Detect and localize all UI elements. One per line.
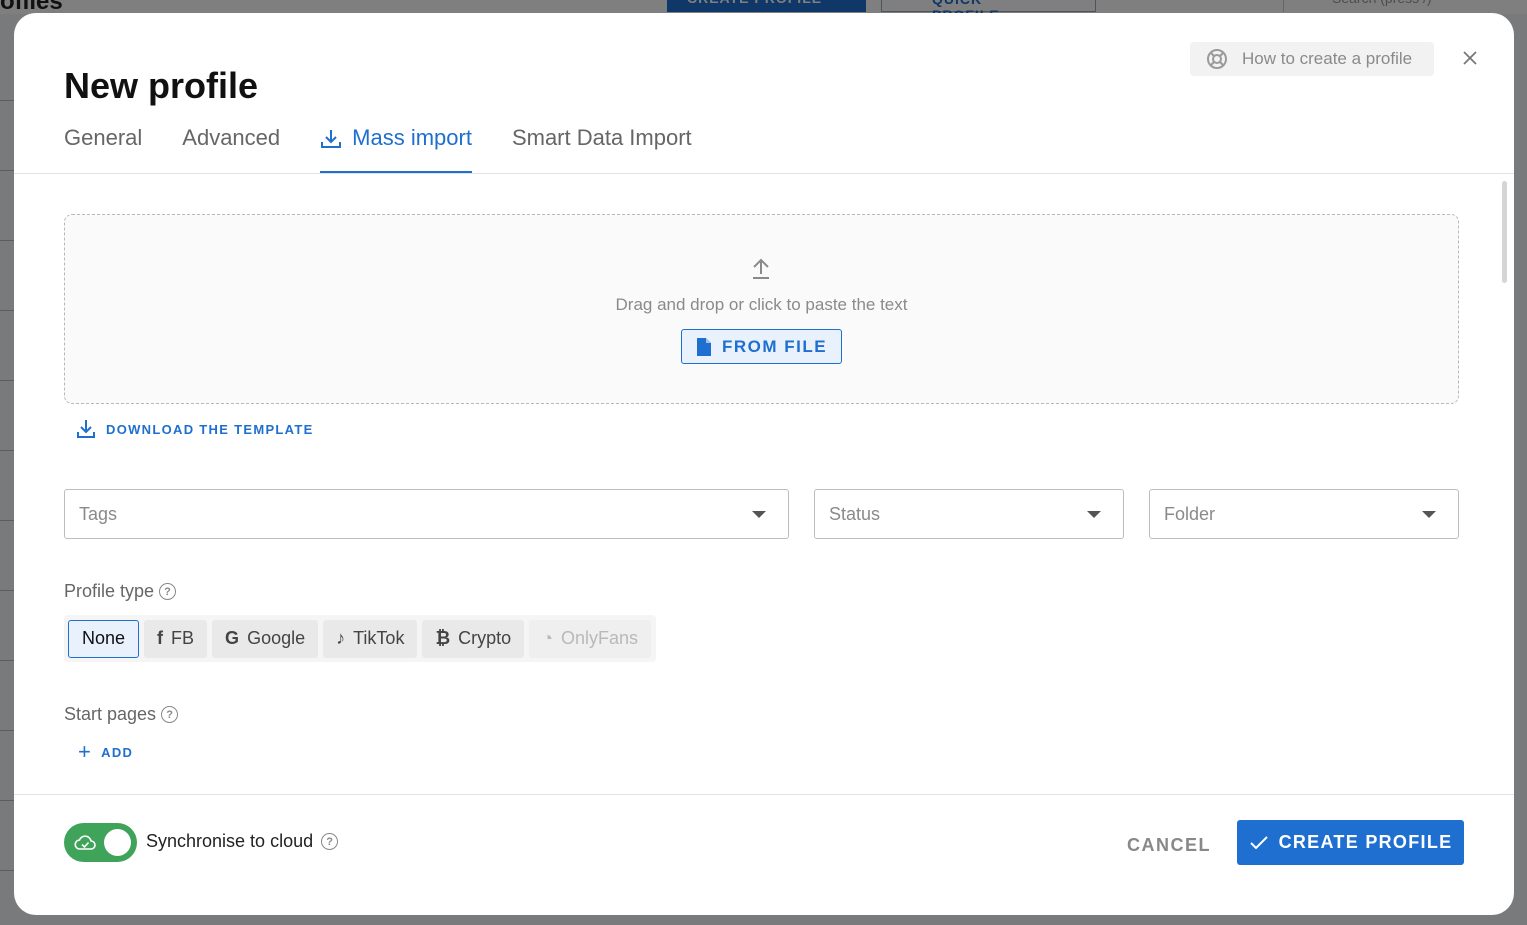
profile-type-none[interactable]: None: [68, 619, 140, 658]
plus-icon: +: [78, 739, 93, 764]
how-to-create-profile-button[interactable]: How to create a profile: [1190, 42, 1434, 76]
add-start-page-label: ADD: [101, 744, 134, 760]
tab-advanced-label: Advanced: [182, 125, 281, 150]
from-file-button[interactable]: FROM FILE: [681, 329, 842, 364]
profile-type-group: None f FB G Google ♪ TikTok ₿ Crypto ◔ O…: [64, 615, 657, 662]
toggle-knob: [104, 829, 131, 856]
facebook-icon: f: [157, 628, 164, 648]
start-pages-label-row: Start pages ?: [64, 704, 179, 725]
cancel-button[interactable]: CANCEL: [1115, 830, 1223, 860]
help-icon[interactable]: ?: [161, 706, 179, 723]
chevron-down-icon: [752, 511, 766, 518]
mass-import-dropzone[interactable]: Drag and drop or click to paste the text…: [64, 214, 1459, 404]
onlyfans-icon: ◔: [542, 628, 554, 648]
profile-tabs: General Advanced Mass import Smart Data …: [64, 125, 732, 173]
google-icon: G: [225, 628, 240, 648]
profile-type-google-label: Google: [247, 628, 306, 648]
file-icon: [696, 337, 711, 356]
create-profile-label: CREATE PROFILE: [1278, 832, 1453, 852]
profile-type-label: Profile type: [64, 581, 155, 601]
check-icon: [1249, 835, 1268, 849]
profile-type-label-row: Profile type ?: [64, 581, 177, 602]
help-icon[interactable]: ?: [321, 833, 339, 850]
chevron-down-icon: [1087, 511, 1101, 518]
sync-to-cloud-label: Synchronise to cloud: [146, 831, 314, 851]
lifebuoy-icon: [1207, 49, 1227, 69]
tab-general-label: General: [64, 125, 143, 150]
status-select[interactable]: Status: [814, 489, 1124, 539]
download-template-label: DOWNLOAD THE TEMPLATE: [106, 421, 314, 437]
add-start-page-button[interactable]: + ADD: [78, 739, 134, 764]
bitcoin-icon: ₿: [435, 628, 451, 648]
profile-type-crypto[interactable]: ₿ Crypto: [422, 619, 525, 658]
new-profile-dialog: New profile How to create a profile Gene…: [14, 13, 1514, 915]
tab-smart-data-import-label: Smart Data Import: [511, 125, 692, 150]
create-profile-button[interactable]: CREATE PROFILE: [1237, 820, 1464, 865]
tags-placeholder: Tags: [79, 503, 118, 524]
from-file-label: FROM FILE: [721, 336, 828, 356]
profile-type-fb[interactable]: f FB: [144, 619, 208, 658]
folder-select[interactable]: Folder: [1149, 489, 1459, 539]
profile-type-fb-label: FB: [171, 628, 195, 648]
profile-type-onlyfans[interactable]: ◔ OnlyFans: [529, 619, 652, 658]
tags-select[interactable]: Tags: [64, 489, 789, 539]
download-template-button[interactable]: DOWNLOAD THE TEMPLATE: [76, 419, 314, 439]
folder-placeholder: Folder: [1164, 503, 1216, 524]
profile-type-tiktok-label: TikTok: [353, 628, 405, 648]
how-to-create-profile-label: How to create a profile: [1242, 49, 1413, 68]
start-pages-label: Start pages: [64, 704, 157, 724]
status-placeholder: Status: [829, 503, 881, 524]
dialog-title: New profile: [64, 65, 259, 106]
sync-to-cloud-label-row: Synchronise to cloud ?: [146, 831, 339, 852]
footer-divider: [14, 794, 1514, 795]
chevron-down-icon: [1422, 511, 1436, 518]
tabs-divider: [14, 173, 1514, 174]
profile-type-tiktok[interactable]: ♪ TikTok: [323, 619, 418, 658]
upload-icon: [753, 258, 769, 279]
tab-mass-import[interactable]: Mass import: [320, 125, 472, 173]
close-button[interactable]: [1458, 46, 1482, 70]
scrollbar-thumb[interactable]: [1502, 181, 1507, 283]
profile-type-google[interactable]: G Google: [212, 619, 319, 658]
tiktok-icon: ♪: [336, 628, 346, 648]
profile-type-onlyfans-label: OnlyFans: [561, 628, 639, 648]
cloud-check-icon: [74, 835, 96, 850]
tab-general[interactable]: General: [64, 125, 142, 173]
tab-advanced[interactable]: Advanced: [182, 125, 280, 173]
profile-type-crypto-label: Crypto: [458, 628, 512, 648]
close-icon: [1463, 51, 1477, 65]
profile-type-none-label: None: [82, 628, 126, 648]
tab-mass-import-label: Mass import: [352, 125, 472, 150]
download-icon: [321, 130, 342, 148]
dropzone-text: Drag and drop or click to paste the text: [615, 295, 908, 314]
sync-to-cloud-toggle[interactable]: [64, 823, 137, 862]
tab-smart-data-import[interactable]: Smart Data Import: [512, 125, 692, 173]
help-icon[interactable]: ?: [159, 583, 177, 600]
download-icon: [77, 420, 95, 438]
